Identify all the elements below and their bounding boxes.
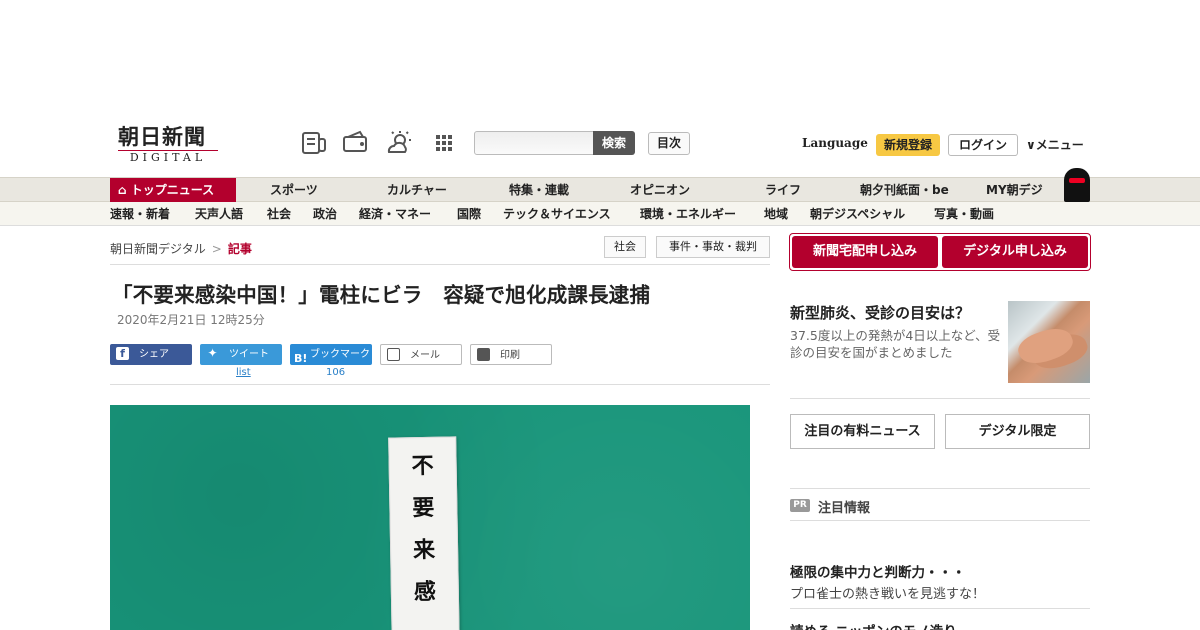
share-label: メール	[410, 350, 440, 361]
twitter-count[interactable]: list	[236, 367, 251, 378]
facebook-share-button[interactable]: f シェア	[110, 344, 192, 365]
weather-icon[interactable]	[385, 130, 413, 156]
share-label: シェア	[139, 349, 169, 360]
breadcrumb-home[interactable]: 朝日新聞デジタル	[110, 242, 206, 256]
subscribe-panel: 新聞宅配申し込み デジタル申し込み	[789, 233, 1091, 271]
signup-button[interactable]: 新規登録	[876, 134, 940, 156]
subnav-item-environment[interactable]: 環境・エネルギー	[640, 202, 736, 226]
pr-item-title[interactable]: 読める ニッポンのモノ造り	[790, 620, 957, 630]
tag-incident[interactable]: 事件・事故・裁判	[656, 236, 770, 258]
twitter-share-button[interactable]: ✦ ツイート	[200, 344, 282, 365]
flyer-char: 要	[412, 495, 435, 522]
login-button[interactable]: ログイン	[948, 134, 1018, 156]
subnav-item-society[interactable]: 社会	[267, 202, 291, 226]
search-button[interactable]: 検索	[593, 131, 635, 155]
subnav-item-tech[interactable]: テック＆サイエンス	[503, 202, 611, 226]
hatena-bookmark-button[interactable]: B! ブックマーク	[290, 344, 372, 365]
article-photo[interactable]: 不 要 来 感	[110, 405, 750, 630]
site-header: 朝日新聞 DIGITAL 検索 目次 Language 新規登録 ログイン ∨メ…	[110, 122, 1090, 172]
print-button[interactable]: 印刷	[470, 344, 552, 365]
menu-button[interactable]: ∨メニュー	[1026, 136, 1084, 153]
print-icon	[477, 347, 490, 361]
divider	[110, 384, 770, 385]
breadcrumb: 朝日新聞デジタル > 記事	[110, 240, 252, 257]
logo-main-text: 朝日新聞	[118, 124, 206, 149]
wallet-icon[interactable]	[342, 130, 370, 156]
facebook-icon: f	[116, 346, 129, 360]
paid-news-button[interactable]: 注目の有料ニュース	[790, 414, 935, 449]
newspaper-icon[interactable]	[300, 130, 328, 156]
sub-nav: 速報・新着 天声人語 社会 政治 経済・マネー 国際 テック＆サイエンス 環境・…	[0, 202, 1200, 226]
tag-society[interactable]: 社会	[604, 236, 646, 258]
subnav-item-breaking[interactable]: 速報・新着	[110, 202, 170, 226]
subnav-item-politics[interactable]: 政治	[313, 202, 337, 226]
divider	[790, 520, 1090, 521]
menu-label: メニュー	[1035, 138, 1084, 152]
mail-icon	[387, 347, 400, 361]
share-label: ツイート	[229, 349, 269, 360]
home-icon: ⌂	[118, 183, 127, 197]
site-logo[interactable]: 朝日新聞 DIGITAL	[118, 124, 230, 166]
nav-item-my-asadigi[interactable]: MY朝デジ	[986, 178, 1043, 202]
nav-item-top-news[interactable]: ⌂ トップニュース	[110, 178, 236, 202]
flyer-char: 不	[411, 453, 434, 480]
pr-item-body[interactable]: プロ雀士の熱き戦いを見逃すな！	[790, 583, 985, 602]
mascot-icon[interactable]	[1064, 168, 1090, 202]
flyer-image: 不 要 来 感	[388, 436, 460, 630]
promo-news-body[interactable]: 37.5度以上の発熱が4日以上など、受診の目安を国がまとめました	[790, 327, 1002, 361]
subnav-item-photo-video[interactable]: 写真・動画	[934, 202, 994, 226]
flyer-char: 感	[413, 579, 437, 606]
article-date: 2020年2月21日 12時25分	[117, 313, 265, 327]
mail-share-button[interactable]: メール	[380, 344, 462, 365]
promo-news-title[interactable]: 新型肺炎、受診の目安は？	[790, 302, 970, 323]
subnav-item-region[interactable]: 地域	[764, 202, 788, 226]
hatena-count: 106	[326, 367, 346, 378]
twitter-icon: ✦	[207, 345, 218, 360]
nav-item-paper[interactable]: 朝夕刊紙面・be	[860, 178, 949, 202]
handwashing-photo[interactable]	[1008, 301, 1090, 383]
pr-section-label: 注目情報	[818, 501, 871, 516]
subnav-item-special[interactable]: 朝デジスペシャル	[810, 202, 905, 226]
breadcrumb-separator: >	[211, 242, 222, 256]
flyer-char: 来	[412, 537, 436, 564]
nav-item-sports[interactable]: スポーツ	[270, 178, 318, 202]
hatena-icon: B!	[294, 351, 308, 365]
toc-button[interactable]: 目次	[648, 132, 690, 155]
nav-item-label: トップニュース	[130, 183, 215, 197]
nav-item-life[interactable]: ライフ	[765, 178, 801, 202]
divider	[790, 488, 1090, 489]
digital-subscribe-button[interactable]: デジタル申し込み	[942, 236, 1088, 268]
pr-item-title[interactable]: 極限の集中力と判断力・・・	[790, 561, 966, 581]
search-box: 検索	[474, 131, 635, 155]
pr-badge: PR	[790, 499, 810, 512]
subnav-item-economy[interactable]: 経済・マネー	[359, 202, 431, 226]
nav-item-opinion[interactable]: オピニオン	[630, 178, 690, 202]
chevron-down-icon: ∨	[1026, 138, 1036, 152]
newspaper-subscribe-button[interactable]: 新聞宅配申し込み	[792, 236, 938, 268]
logo-sub-text: DIGITAL	[118, 150, 218, 165]
search-input[interactable]	[474, 131, 594, 155]
digital-only-button[interactable]: デジタル限定	[945, 414, 1090, 449]
divider	[790, 398, 1090, 399]
breadcrumb-current: 記事	[227, 242, 252, 256]
subnav-item-tenseijingo[interactable]: 天声人語	[195, 202, 243, 226]
nav-item-features[interactable]: 特集・連載	[509, 178, 569, 202]
nav-item-culture[interactable]: カルチャー	[387, 178, 447, 202]
share-label: 印刷	[500, 350, 520, 361]
article-title: 「不要来感染中国！」電柱にビラ 容疑で旭化成課長逮捕	[112, 283, 651, 307]
share-label: ブックマーク	[310, 349, 370, 360]
grid-menu-icon[interactable]	[430, 130, 458, 156]
divider	[110, 264, 770, 265]
subnav-item-international[interactable]: 国際	[457, 202, 481, 226]
divider	[790, 608, 1090, 609]
language-link[interactable]: Language	[802, 136, 868, 150]
main-nav: ⌂ トップニュース スポーツ カルチャー 特集・連載 オピニオン ライフ 朝夕刊…	[0, 168, 1200, 202]
